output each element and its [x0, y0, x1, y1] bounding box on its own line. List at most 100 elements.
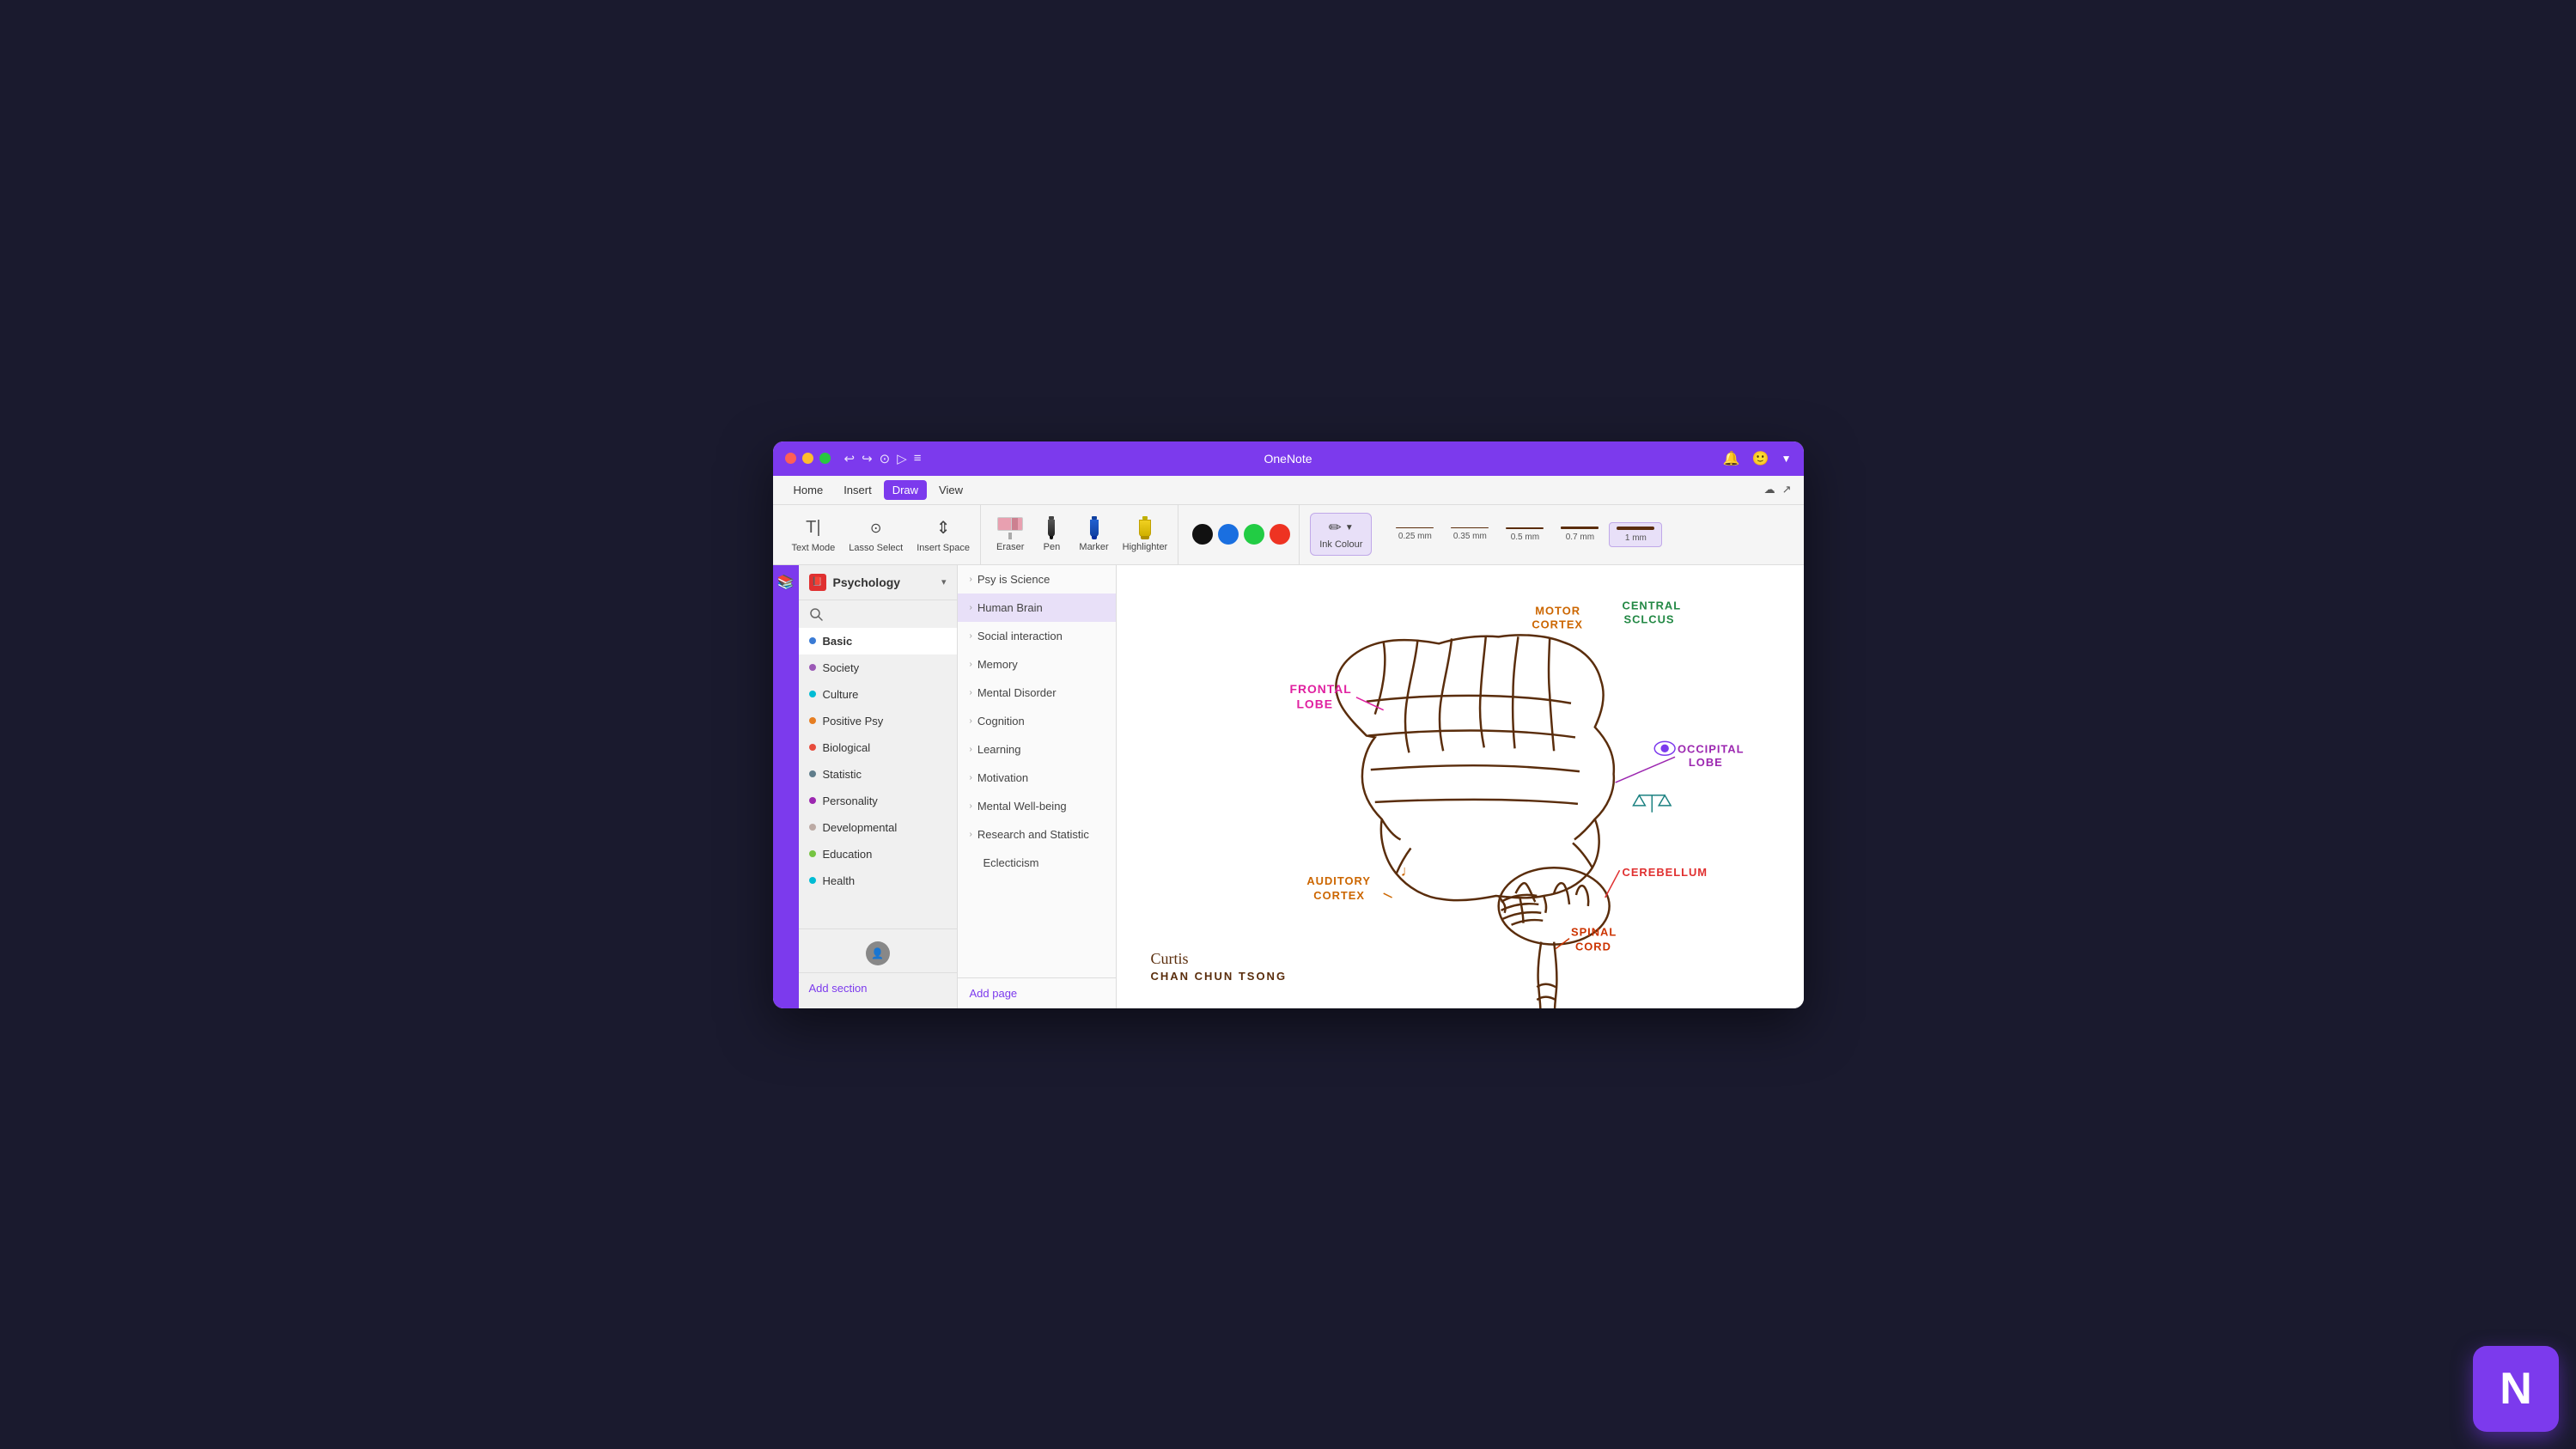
canvas-area[interactable]: ♩ MOTOR CORTEX CENTRAL SCLCUS FRONTAL LO…: [1117, 565, 1804, 1008]
page-human-brain[interactable]: › Human Brain: [958, 594, 1116, 622]
thickness-025[interactable]: 0.25 mm: [1389, 524, 1440, 545]
notebook-icon-letter: 📕: [812, 577, 822, 587]
insert-space-icon: ⇕: [931, 516, 955, 540]
home-icon[interactable]: ⊙: [880, 451, 891, 466]
section-society[interactable]: Society: [799, 654, 957, 681]
page-eclecticism-label: Eclecticism: [984, 856, 1039, 869]
section-personality[interactable]: Personality: [799, 788, 957, 814]
section-basic[interactable]: Basic: [799, 628, 957, 654]
svg-text:MOTOR: MOTOR: [1535, 604, 1580, 617]
window-title: OneNote: [1264, 452, 1312, 466]
nav-controls: ↩ ↪ ⊙ ▷ ≡: [844, 451, 922, 466]
chevron-right-icon: ›: [970, 603, 972, 612]
page-mental-disorder-label: Mental Disorder: [977, 686, 1057, 699]
menu-draw[interactable]: Draw: [884, 480, 927, 500]
marker-button[interactable]: Marker: [1074, 513, 1113, 556]
section-education[interactable]: Education: [799, 841, 957, 868]
back-icon[interactable]: ↩: [844, 451, 856, 466]
color-green[interactable]: [1244, 524, 1264, 545]
thickness-05[interactable]: 0.5 mm: [1499, 524, 1550, 545]
chevron-right-icon: ›: [970, 801, 972, 811]
nav-forward-icon[interactable]: ▷: [897, 451, 907, 466]
section-positive-psy-label: Positive Psy: [823, 715, 884, 728]
color-black[interactable]: [1192, 524, 1213, 545]
app-window: ↩ ↪ ⊙ ▷ ≡ OneNote 🔔 🙂 ▼ Home Insert Draw…: [773, 441, 1804, 1008]
text-mode-icon: T|: [801, 516, 825, 540]
section-health[interactable]: Health: [799, 868, 957, 894]
pen-button[interactable]: Pen: [1032, 513, 1070, 556]
page-research-statistic-label: Research and Statistic: [977, 828, 1089, 841]
pen-label: Pen: [1044, 542, 1061, 552]
menu-insert[interactable]: Insert: [835, 480, 880, 500]
book-icon[interactable]: 📚: [777, 574, 795, 591]
page-cognition[interactable]: › Cognition: [958, 707, 1116, 735]
section-list: Basic Society Culture Positive Psy Biolo…: [799, 628, 957, 928]
color-blue[interactable]: [1218, 524, 1239, 545]
menu-bar: Home Insert Draw View ☁ ↗: [773, 476, 1804, 505]
section-developmental[interactable]: Developmental: [799, 814, 957, 841]
eraser-label: Eraser: [996, 542, 1024, 552]
add-page-button[interactable]: Add page: [958, 977, 1116, 1008]
svg-text:LOBE: LOBE: [1296, 697, 1333, 710]
maximize-button[interactable]: [819, 453, 831, 464]
page-research-statistic[interactable]: › Research and Statistic: [958, 820, 1116, 849]
add-section-button[interactable]: Add section: [799, 972, 957, 1003]
user-avatar[interactable]: 👤: [866, 941, 890, 965]
chevron-right-icon: ›: [970, 688, 972, 697]
close-button[interactable]: [785, 453, 796, 464]
chevron-down-icon[interactable]: ▾: [941, 576, 947, 588]
highlighter-button[interactable]: Highlighter: [1117, 513, 1173, 556]
emoji-icon[interactable]: 🙂: [1752, 450, 1769, 467]
page-human-brain-label: Human Brain: [977, 601, 1043, 614]
eraser-button[interactable]: Eraser: [991, 514, 1029, 556]
page-eclecticism[interactable]: Eclecticism: [958, 849, 1116, 877]
menu-view[interactable]: View: [930, 480, 971, 500]
main-content: 📚 📕 Psychology ▾ Basic: [773, 565, 1804, 1008]
section-biological[interactable]: Biological: [799, 734, 957, 761]
text-mode-label: Text Mode: [792, 543, 836, 553]
section-positive-psy[interactable]: Positive Psy: [799, 708, 957, 734]
lasso-select-button[interactable]: ⊙ Lasso Select: [843, 513, 908, 557]
svg-text:SPINAL: SPINAL: [1571, 925, 1617, 938]
section-society-label: Society: [823, 661, 860, 674]
color-red[interactable]: [1270, 524, 1290, 545]
page-mental-disorder[interactable]: › Mental Disorder: [958, 679, 1116, 707]
minimize-button[interactable]: [802, 453, 813, 464]
page-psy-science[interactable]: › Psy is Science: [958, 565, 1116, 594]
thickness-1[interactable]: 1 mm: [1609, 522, 1662, 547]
page-social-interaction-label: Social interaction: [977, 630, 1063, 642]
thickness-group: 0.25 mm 0.35 mm 0.5 mm 0.7 mm 1 mm: [1382, 505, 1669, 564]
page-memory[interactable]: › Memory: [958, 650, 1116, 679]
page-memory-label: Memory: [977, 658, 1018, 671]
text-mode-button[interactable]: T| Text Mode: [787, 513, 841, 557]
insert-space-button[interactable]: ⇕ Insert Space: [911, 513, 975, 557]
svg-text:AUDITORY: AUDITORY: [1306, 874, 1371, 887]
cloud-icon[interactable]: ☁: [1764, 483, 1775, 496]
brain-diagram: ♩ MOTOR CORTEX CENTRAL SCLCUS FRONTAL LO…: [1117, 565, 1804, 1008]
page-mental-wellbeing[interactable]: › Mental Well-being: [958, 792, 1116, 820]
chevron-right-icon: ›: [970, 575, 972, 584]
ink-colour-button[interactable]: ✏ ▼ Ink Colour: [1310, 513, 1372, 556]
thickness-07[interactable]: 0.7 mm: [1554, 523, 1605, 545]
more-icon[interactable]: ≡: [914, 451, 922, 466]
chevron-right-icon: ›: [970, 830, 972, 839]
menu-home[interactable]: Home: [785, 480, 832, 500]
section-statistic[interactable]: Statistic: [799, 761, 957, 788]
page-learning[interactable]: › Learning: [958, 735, 1116, 764]
section-education-label: Education: [823, 848, 873, 861]
sidebar: 📕 Psychology ▾ Basic Society: [799, 565, 958, 1008]
section-culture[interactable]: Culture: [799, 681, 957, 708]
thickness-035[interactable]: 0.35 mm: [1444, 524, 1495, 545]
notification-icon[interactable]: 🔔: [1723, 450, 1740, 467]
page-list: › Psy is Science › Human Brain › Social …: [958, 565, 1116, 977]
chevron-down-icon[interactable]: ▼: [1781, 453, 1792, 465]
marker-label: Marker: [1079, 542, 1108, 552]
forward-icon[interactable]: ↪: [862, 451, 873, 466]
insert-space-label: Insert Space: [917, 543, 970, 553]
notebook-title[interactable]: Psychology: [833, 575, 935, 589]
page-social-interaction[interactable]: › Social interaction: [958, 622, 1116, 650]
search-button[interactable]: [799, 600, 957, 628]
page-motivation[interactable]: › Motivation: [958, 764, 1116, 792]
share-icon[interactable]: ↗: [1782, 483, 1792, 496]
purple-strip: 📚: [773, 565, 799, 1008]
